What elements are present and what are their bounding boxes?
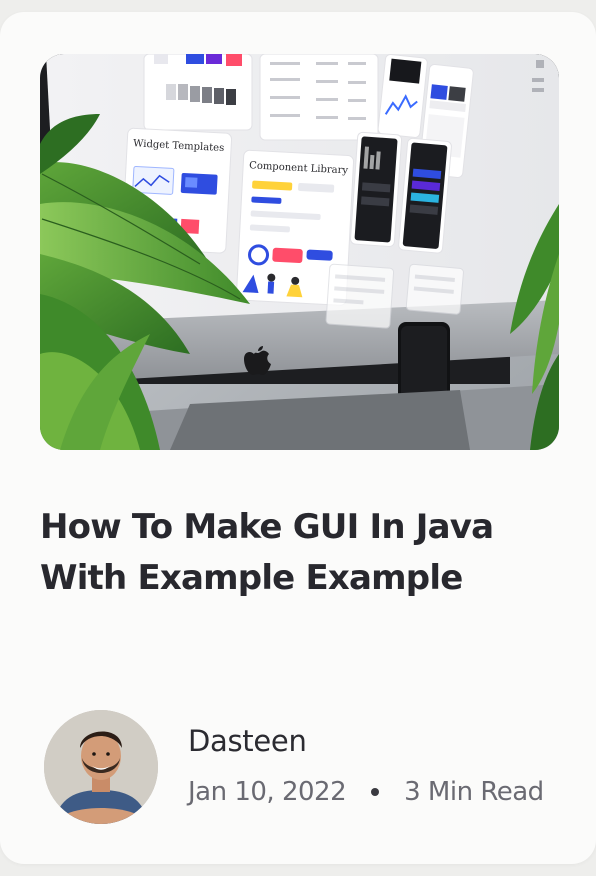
author-avatar[interactable] [44,710,158,824]
publish-date: Jan 10, 2022 [188,777,347,807]
author-name[interactable]: Dasteen [188,724,307,758]
article-hero-image[interactable]: Widget Templates Component Library [40,54,559,450]
read-time: 3 Min Read [404,777,544,807]
article-card[interactable]: Widget Templates Component Library How T… [0,12,596,864]
separator-dot-icon [371,788,380,796]
article-title[interactable]: How To Make GUI In Java With Example Exa… [40,502,560,604]
article-meta: Jan 10, 2022 3 Min Read [188,774,544,810]
